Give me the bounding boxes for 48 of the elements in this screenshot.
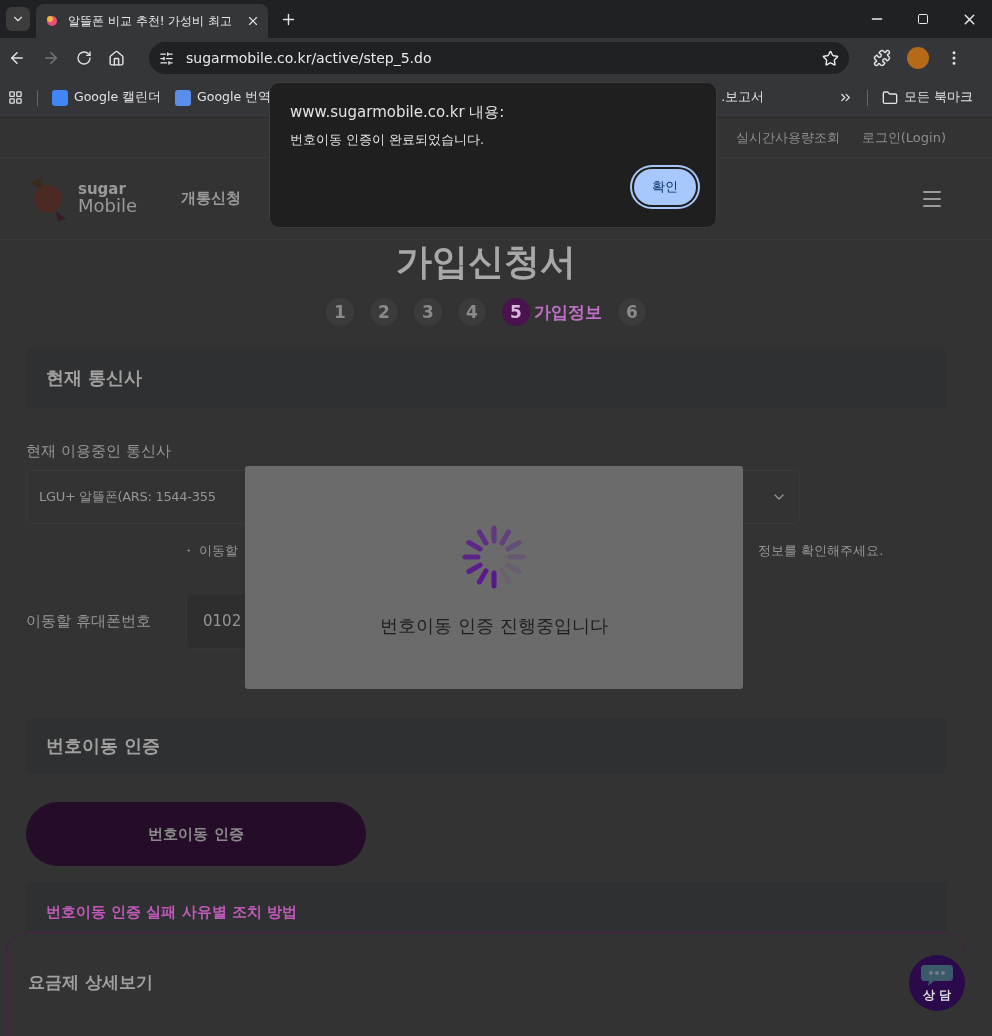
logo-text: Mobile <box>78 197 138 215</box>
home-icon[interactable] <box>108 49 125 67</box>
top-link[interactable]: 로그인(Login) <box>861 128 946 147</box>
site-info-icon <box>159 50 174 66</box>
top-link[interactable]: 실시간사용량조회 <box>735 128 840 147</box>
bookmark[interactable]: Google 캘린더 <box>52 89 162 106</box>
step-number: 6 <box>618 298 646 326</box>
field-label: 이동할 휴대폰번호 <box>26 611 152 631</box>
alert-title: www.sugarmobile.co.kr 내용: <box>290 103 506 122</box>
star-icon <box>822 49 839 67</box>
browser-tab[interactable]: 알뜰폰 비교 추천! 가성비 최고 <box>36 4 268 38</box>
section-title: 번호이동 인증 <box>46 734 161 758</box>
apps-icon[interactable] <box>8 90 23 105</box>
nav-item[interactable]: 개통신청 <box>181 189 242 208</box>
profile-avatar[interactable] <box>907 47 929 69</box>
field-label: 현재 이용중인 통신사 <box>26 441 172 462</box>
bookmark[interactable]: .보고서 <box>721 89 765 106</box>
folder-icon <box>882 89 899 106</box>
note-text: ・ 이동할 <box>182 542 239 560</box>
tab-search-button[interactable] <box>6 7 30 31</box>
loading-spinner-icon <box>461 524 527 590</box>
step-number: 3 <box>414 298 442 326</box>
close-icon[interactable] <box>246 14 260 28</box>
section-title: 현재 통신사 <box>46 366 143 390</box>
forward-icon[interactable] <box>42 49 60 67</box>
back-icon[interactable] <box>8 49 26 67</box>
alert-message: 번호이동 인증이 완료되었습니다. <box>290 132 485 149</box>
bookmark[interactable]: Google 번역 <box>175 89 272 106</box>
chat-bubble-icon <box>920 962 954 987</box>
sheet-title: 요금제 상세보기 <box>28 971 153 994</box>
extensions-icon[interactable] <box>873 49 891 67</box>
logo-text: sugar <box>78 182 126 197</box>
loading-message: 번호이동 인증 진행중입니다 <box>380 614 608 638</box>
step-number: 4 <box>458 298 486 326</box>
port-auth-button[interactable]: 번호이동 인증 <box>26 802 366 866</box>
tab-title: 알뜰폰 비교 추천! 가성비 최고 <box>68 12 234 30</box>
note-text: 정보를 확인해주세요. <box>758 542 884 560</box>
step-number: 2 <box>370 298 398 326</box>
new-tab-icon[interactable] <box>280 11 297 28</box>
page-title: 가입신청서 <box>395 240 577 284</box>
address-bar[interactable]: sugarmobile.co.kr/active/step_5.do <box>149 42 849 74</box>
reload-icon[interactable] <box>76 50 92 66</box>
maximize-icon[interactable] <box>917 13 929 25</box>
step-number: 5 <box>502 298 530 326</box>
step-number: 1 <box>326 298 354 326</box>
all-bookmarks-folder[interactable]: 모든 북마크 <box>882 89 974 106</box>
step-label: 가입정보 <box>534 300 602 324</box>
candy-icon <box>44 13 60 29</box>
